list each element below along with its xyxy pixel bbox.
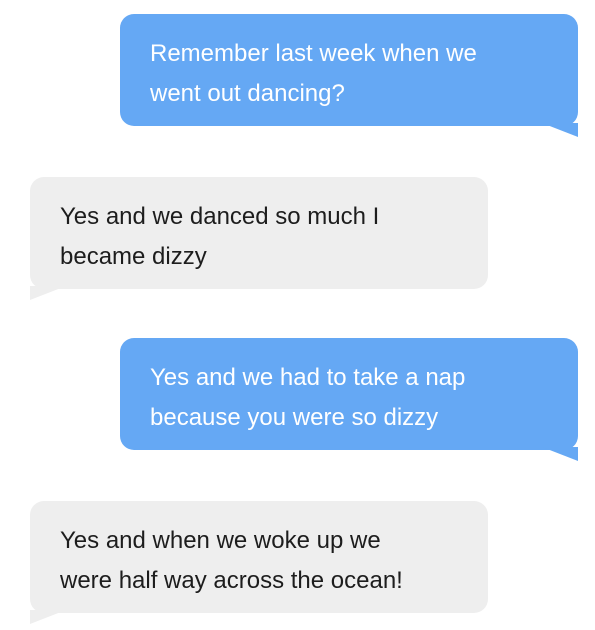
message-text: Yes and when we woke up we were half way… [60, 527, 403, 594]
incoming-message-bubble[interactable]: Yes and we danced so much I became dizzy [30, 177, 488, 300]
outgoing-message-bubble[interactable]: Remember last week when we went out danc… [120, 14, 578, 137]
message-text: Remember last week when we went out danc… [150, 40, 477, 107]
incoming-message-bubble[interactable]: Yes and when we woke up we were half way… [30, 501, 488, 624]
message-thread: Remember last week when we went out danc… [0, 0, 595, 630]
bubble-tail-icon [542, 123, 578, 137]
message-text: Yes and we danced so much I became dizzy [60, 203, 380, 270]
message-text: Yes and we had to take a nap because you… [150, 364, 466, 431]
bubble-tail-icon [542, 447, 578, 461]
outgoing-message-bubble[interactable]: Yes and we had to take a nap because you… [120, 338, 578, 461]
bubble-tail-icon [30, 286, 66, 300]
bubble-tail-icon [30, 610, 66, 624]
